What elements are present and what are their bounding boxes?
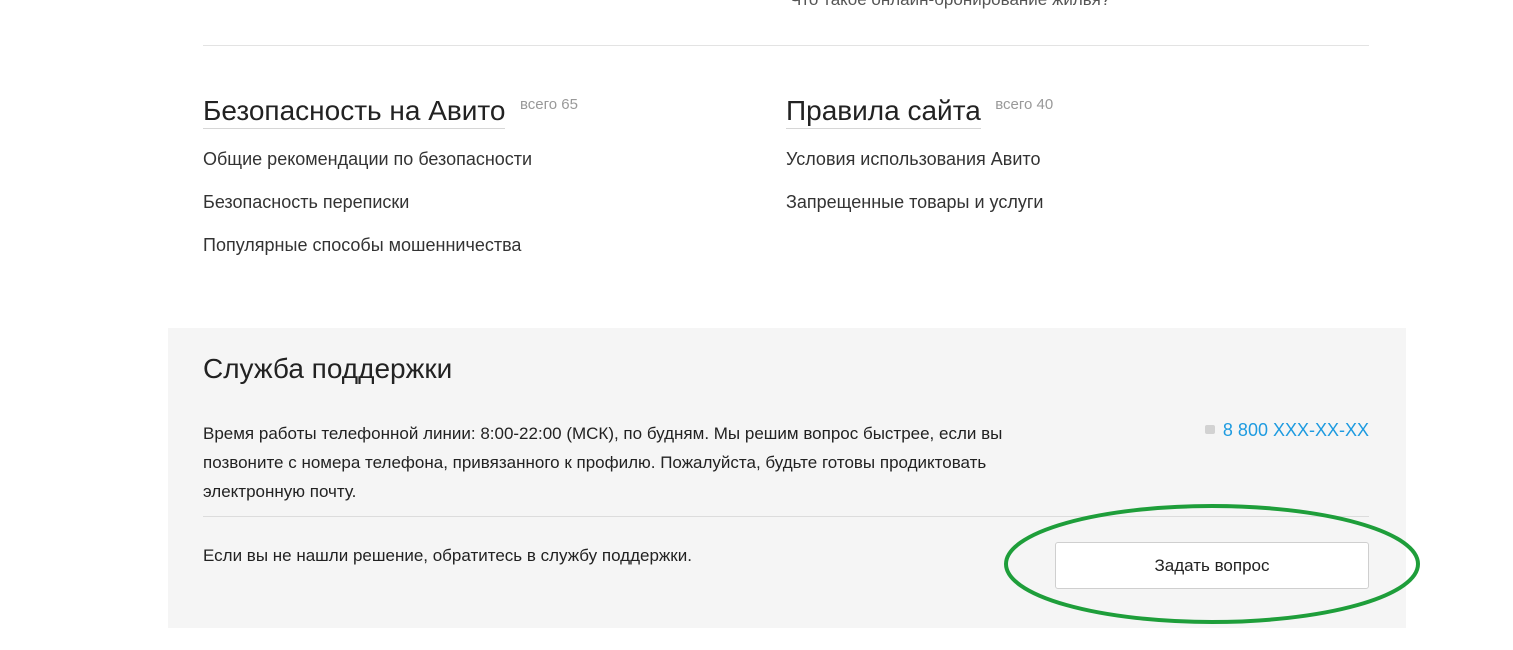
section-header: Безопасность на Авито всего 65: [203, 94, 578, 130]
section-title-security[interactable]: Безопасность на Авито: [203, 94, 506, 129]
divider: [203, 45, 1369, 46]
support-phone-link[interactable]: 8 800 XXX-XX-XX: [1204, 420, 1369, 441]
support-contact-text: Если вы не нашли решение, обратитесь в с…: [203, 546, 692, 565]
section-header: Правила сайта всего 40: [786, 94, 1053, 130]
section-link-list: Общие рекомендации по безопасности Безоп…: [203, 148, 578, 256]
link-fraud-methods[interactable]: Популярные способы мошенничества: [203, 234, 578, 256]
link-prohibited-goods[interactable]: Запрещенные товары и услуги: [786, 191, 1053, 213]
divider: [203, 516, 1369, 517]
link-general-security[interactable]: Общие рекомендации по безопасности: [203, 148, 578, 170]
support-phone-number: 8 800 XXX-XX-XX: [1222, 420, 1369, 440]
link-terms-of-use[interactable]: Условия использования Авито: [786, 148, 1053, 170]
section-security: Безопасность на Авито всего 65 Общие рек…: [203, 94, 578, 277]
support-hours-text: Время работы телефонной линии: 8:00-22:0…: [203, 424, 1003, 501]
section-title-site-rules[interactable]: Правила сайта: [786, 94, 981, 129]
phone-icon: [1204, 425, 1215, 434]
ask-question-button[interactable]: Задать вопрос: [1055, 542, 1369, 589]
section-site-rules: Правила сайта всего 40 Условия использов…: [786, 94, 1053, 234]
support-title: Служба поддержки: [203, 353, 453, 384]
top-cut-link[interactable]: Что такое онлайн-бронирование жилья?: [790, 0, 1110, 10]
article-count: всего 65: [519, 96, 578, 113]
link-messaging-security[interactable]: Безопасность переписки: [203, 191, 578, 213]
support-panel: Служба поддержки Время работы телефонной…: [168, 328, 1406, 628]
article-count: всего 40: [995, 96, 1054, 113]
help-page: Что такое онлайн-бронирование жилья? Без…: [0, 0, 1513, 650]
section-link-list: Условия использования Авито Запрещенные …: [786, 148, 1053, 213]
